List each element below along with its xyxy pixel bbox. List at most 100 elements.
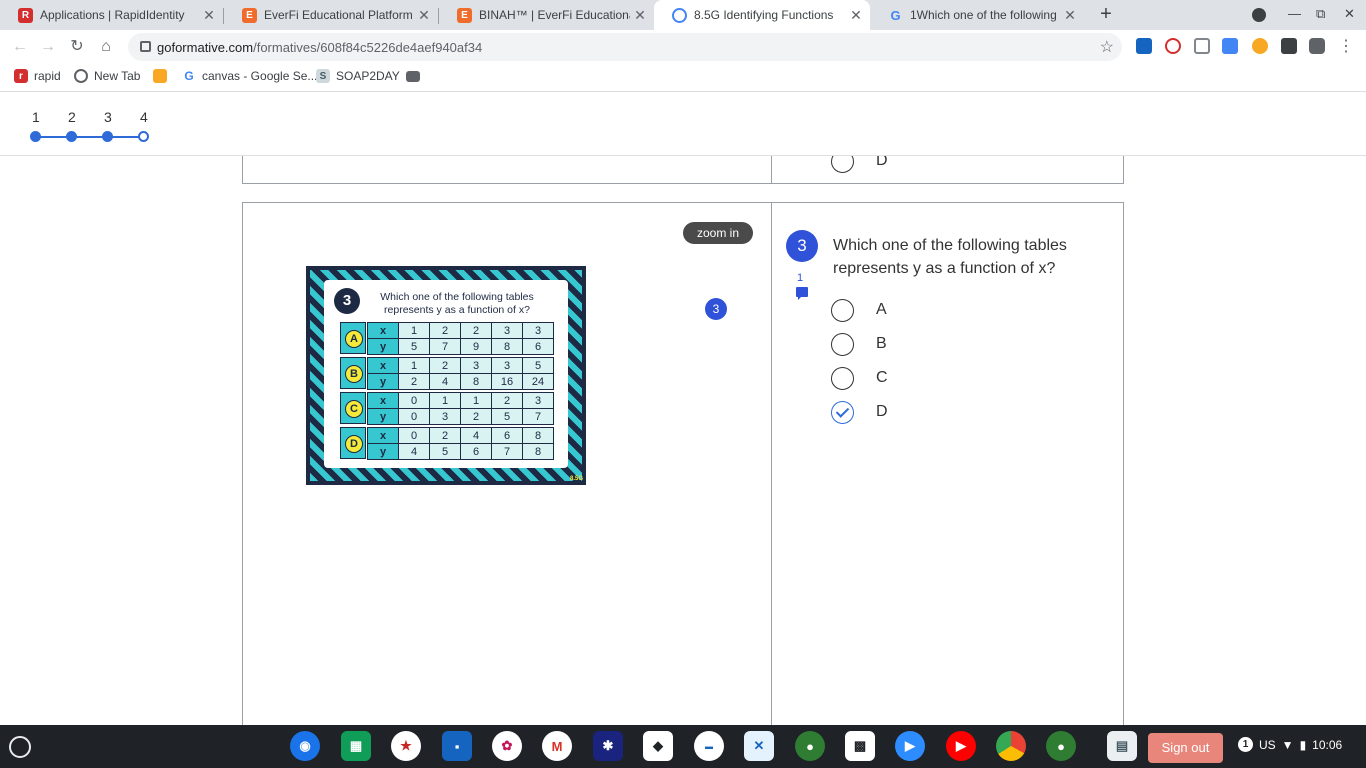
bookmark-canvas[interactable]: G canvas - Google Se... xyxy=(182,69,317,83)
table-cell: y xyxy=(367,443,399,460)
step-number[interactable]: 4 xyxy=(140,109,148,125)
minimize-icon[interactable]: — xyxy=(1288,6,1301,21)
step-number[interactable]: 2 xyxy=(68,109,76,125)
tab-google-search[interactable]: G 1Which one of the following ma ✕ xyxy=(870,0,1084,30)
extension-icon[interactable] xyxy=(1194,38,1210,54)
extension-icon[interactable] xyxy=(1165,38,1181,54)
option-letter-text: C xyxy=(345,400,363,418)
status-tray[interactable]: 1 US ▼ ▮ 10:06 xyxy=(1238,737,1342,752)
youtube-icon[interactable]: ▶ xyxy=(946,731,976,761)
bookmark-new-tab[interactable]: New Tab xyxy=(74,69,140,83)
table-cell: 4 xyxy=(460,427,492,444)
tab-rapididentity[interactable]: R Applications | RapidIdentity ✕ xyxy=(0,0,223,30)
puzzle-icon[interactable] xyxy=(1309,38,1325,54)
tab-search-icon[interactable] xyxy=(1252,8,1266,22)
close-icon[interactable]: ✕ xyxy=(414,7,434,24)
extension-icon[interactable] xyxy=(1281,38,1297,54)
zoom-in-button[interactable]: zoom in xyxy=(683,222,753,244)
table-cell: 0 xyxy=(398,392,430,409)
url-path: /formatives/608f84c5226de4aef940af34 xyxy=(253,40,483,55)
option-letter: D xyxy=(340,427,366,459)
bookmark-label: rapid xyxy=(34,69,61,83)
bookmark-soap2day[interactable]: S SOAP2DAY xyxy=(316,69,400,83)
clock: 10:06 xyxy=(1312,737,1343,752)
table-cell: 3 xyxy=(491,322,523,339)
app-icon[interactable]: ▤ xyxy=(1107,731,1137,761)
app-icon[interactable]: ✕ xyxy=(744,731,774,761)
table-cell: 2 xyxy=(429,427,461,444)
bookmark-rapid[interactable]: r rapid xyxy=(14,69,61,83)
back-icon[interactable]: ← xyxy=(8,35,32,59)
battery-icon: ▮ xyxy=(1299,737,1307,752)
translate-icon[interactable] xyxy=(1222,38,1238,54)
step-dot-complete[interactable] xyxy=(30,131,41,142)
step-dot-complete[interactable] xyxy=(102,131,113,142)
close-window-icon[interactable]: ✕ xyxy=(1344,6,1355,22)
extension-icon[interactable] xyxy=(1252,38,1268,54)
close-icon[interactable]: ✕ xyxy=(846,7,866,24)
table-cell: 4 xyxy=(398,443,430,460)
comment-count[interactable]: 1 xyxy=(797,272,803,284)
image-question-badge[interactable]: 3 xyxy=(705,298,727,320)
step-dot-complete[interactable] xyxy=(66,131,77,142)
home-icon[interactable]: ⌂ xyxy=(94,35,118,59)
bookmark-pencil[interactable] xyxy=(153,69,173,83)
launcher-icon[interactable] xyxy=(9,736,31,758)
table-cell: 1 xyxy=(398,357,430,374)
step-dot-incomplete[interactable] xyxy=(138,131,149,142)
option-label-a: A xyxy=(876,301,887,318)
new-tab-button[interactable]: + xyxy=(1094,3,1118,27)
bookmark-star-icon[interactable]: ☆ xyxy=(1100,37,1114,57)
sign-out-button[interactable]: Sign out xyxy=(1148,733,1223,763)
chrome-icon[interactable] xyxy=(996,731,1026,761)
texas-icon[interactable]: ★ xyxy=(391,731,421,761)
app-icon[interactable]: ▬ xyxy=(694,731,724,761)
table-cell: 1 xyxy=(460,392,492,409)
comment-icon[interactable] xyxy=(796,287,808,300)
app-icon[interactable]: ✱ xyxy=(593,731,623,761)
close-icon[interactable]: ✕ xyxy=(199,7,219,24)
table-cell: 16 xyxy=(491,373,523,390)
bookmark-label: New Tab xyxy=(94,69,141,83)
card-divider xyxy=(771,202,772,725)
camera-icon[interactable]: ◉ xyxy=(290,731,320,761)
table-cell: 1 xyxy=(398,322,430,339)
tab-everfi[interactable]: E EverFi Educational Platform ✕ xyxy=(224,0,438,30)
tab-binah[interactable]: E BINAH™ | EverFi Educational Pla ✕ xyxy=(439,0,654,30)
close-icon[interactable]: ✕ xyxy=(1060,7,1080,24)
close-icon[interactable]: ✕ xyxy=(630,7,650,24)
folder-icon xyxy=(406,71,420,82)
table-cell: 2 xyxy=(429,322,461,339)
qr-icon[interactable]: ▩ xyxy=(845,731,875,761)
menu-icon[interactable]: ⋮ xyxy=(1334,35,1358,59)
app-icon[interactable]: ▪ xyxy=(442,731,472,761)
tab-title: BINAH™ | EverFi Educational Pla xyxy=(479,8,630,22)
tab-strip: R Applications | RapidIdentity ✕ E EverF… xyxy=(0,0,1366,30)
table-cell: x xyxy=(367,322,399,339)
forward-icon[interactable]: → xyxy=(36,35,60,59)
step-number[interactable]: 1 xyxy=(32,109,40,125)
option-radio-b[interactable] xyxy=(831,333,854,356)
notification-badge[interactable]: 1 xyxy=(1238,737,1253,752)
sheets-icon[interactable]: ▦ xyxy=(341,731,371,761)
table-cell: y xyxy=(367,408,399,425)
app-icon[interactable]: ● xyxy=(1046,731,1076,761)
app-icon[interactable]: ✿ xyxy=(492,731,522,761)
option-letter-text: B xyxy=(345,365,363,383)
option-radio-d-selected[interactable] xyxy=(831,401,854,424)
zoom-icon[interactable]: ▶ xyxy=(895,731,925,761)
step-number[interactable]: 3 xyxy=(104,109,112,125)
restore-icon[interactable]: ⧉ xyxy=(1316,6,1325,22)
image-tag: 8.5G xyxy=(569,476,583,482)
option-radio-a[interactable] xyxy=(831,299,854,322)
tab-identifying-functions[interactable]: 8.5G Identifying Functions ✕ xyxy=(654,0,870,30)
reload-icon[interactable]: ↻ xyxy=(65,35,89,59)
address-bar[interactable]: goformative.com/formatives/608f84c5226de… xyxy=(128,33,1122,61)
extension-icon[interactable] xyxy=(1136,38,1152,54)
app-icon[interactable]: ● xyxy=(795,731,825,761)
table-cell: 8 xyxy=(522,443,554,460)
gmail-icon[interactable]: M xyxy=(542,731,572,761)
option-radio-c[interactable] xyxy=(831,367,854,390)
app-icon[interactable]: ◆ xyxy=(643,731,673,761)
bookmark-folder[interactable] xyxy=(406,69,426,82)
